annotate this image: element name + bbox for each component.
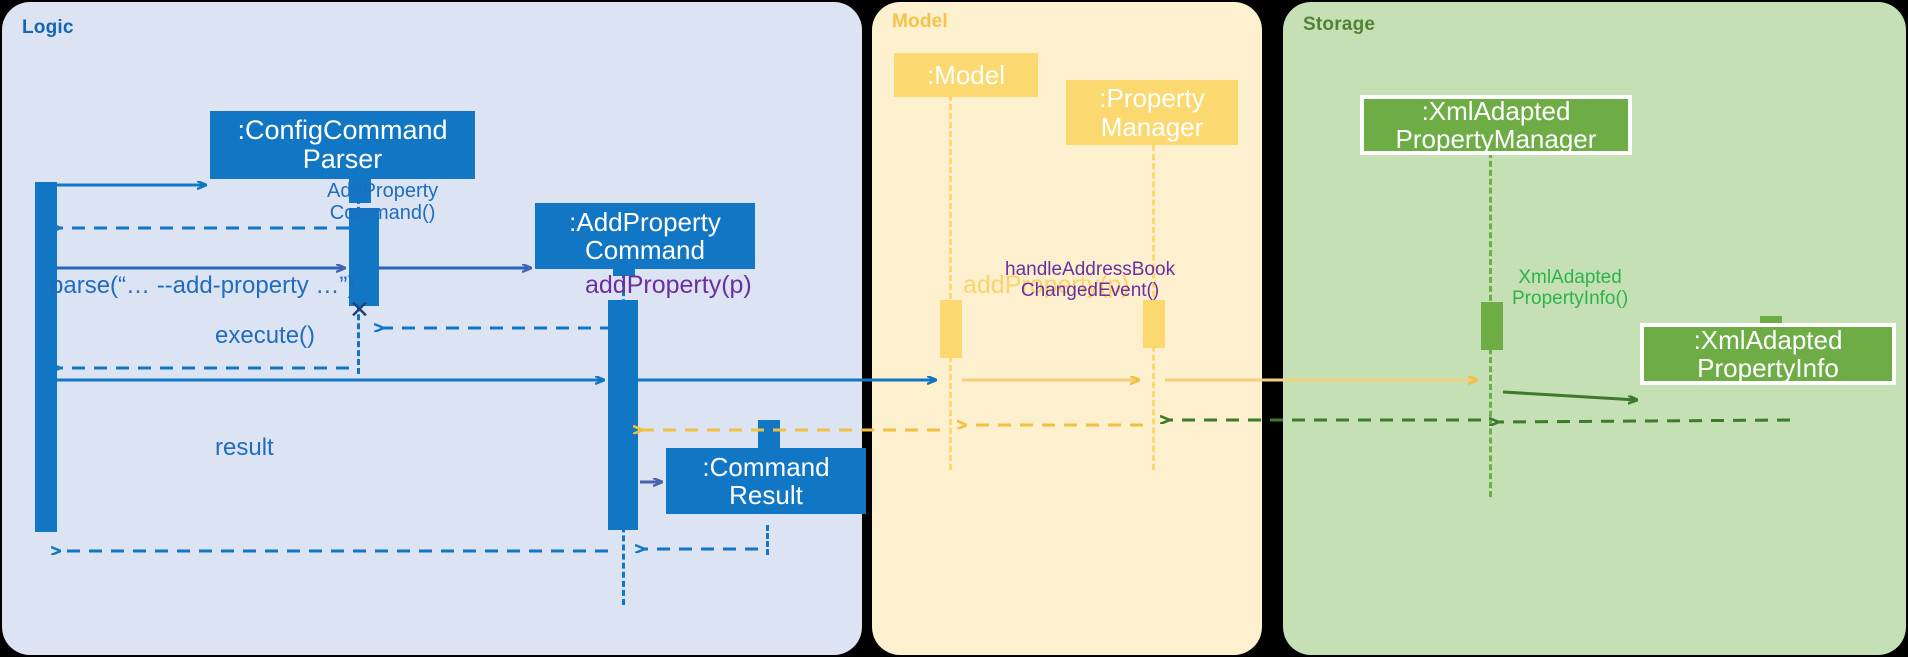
destroy-marker-config-command-parser: ✕ <box>349 296 370 324</box>
label-line2: Command() <box>329 202 436 224</box>
lifeline-command-result <box>766 525 769 555</box>
participant-label-line1: :XmlAdapted <box>1421 95 1571 126</box>
activation-model <box>940 300 962 358</box>
sequence-diagram-canvas: Logic Model Storage :ConfigCommand Parse… <box>0 0 1908 657</box>
participant-label-line1: :ConfigCommand <box>237 114 448 145</box>
participant-label-line2: Command <box>585 235 705 265</box>
label-parse: parse(“… --add-property …”) <box>50 272 356 299</box>
activation-xml-adapted-property-manager <box>1481 302 1503 350</box>
activation-property-manager <box>1143 300 1165 348</box>
panel-logic <box>2 2 862 655</box>
label-result: result <box>215 434 274 461</box>
label-xml-adapted-property-info: XmlAdapted PropertyInfo() <box>1512 267 1629 310</box>
participant-config-command-parser[interactable]: :ConfigCommand Parser <box>210 111 475 179</box>
label-add-property-command: AddProperty Command() <box>327 180 438 224</box>
participant-label-line1: :Property <box>1099 83 1205 114</box>
participant-model[interactable]: :Model <box>894 53 1038 97</box>
label-handle-address-book-changed-event: handleAddressBook ChangedEvent() <box>1005 259 1176 302</box>
panel-title-logic: Logic <box>22 17 74 38</box>
participant-label-line2: PropertyManager <box>1395 124 1597 154</box>
participant-add-property-command[interactable]: :AddProperty Command <box>535 203 755 269</box>
label-line1: AddProperty <box>327 180 439 202</box>
participant-property-manager[interactable]: :Property Manager <box>1066 80 1238 145</box>
panel-title-model: Model <box>892 11 948 32</box>
participant-label-line2: PropertyInfo <box>1697 353 1839 383</box>
participant-label-line1: :AddProperty <box>569 206 721 237</box>
participant-xml-adapted-property-manager[interactable]: :XmlAdapted PropertyManager <box>1360 95 1632 155</box>
label-execute: execute() <box>215 322 316 349</box>
activation-logic-actor <box>35 182 57 532</box>
participant-label-line1: :Command <box>702 451 830 482</box>
participant-xml-adapted-property-info[interactable]: :XmlAdapted PropertyInfo <box>1640 323 1896 385</box>
label-line1: XmlAdapted <box>1518 267 1622 288</box>
label-line1: handleAddressBook <box>1005 259 1176 280</box>
participant-label-line2: Parser <box>302 144 383 174</box>
participant-label-line2: Manager <box>1100 111 1204 142</box>
activation-add-property-command-2 <box>608 300 638 530</box>
panel-title-storage: Storage <box>1303 14 1376 35</box>
participant-command-result[interactable]: :Command Result <box>666 448 866 514</box>
lifeline-model <box>949 95 952 470</box>
participant-label-line2: Result <box>729 480 803 510</box>
label-line2: PropertyInfo() <box>1512 287 1629 309</box>
label-line2: ChangedEvent() <box>1020 279 1160 301</box>
label-add-property-p-logic: addProperty(p) <box>585 271 752 299</box>
participant-label-line1: :XmlAdapted <box>1693 324 1843 355</box>
participant-label-line1: :Model <box>926 59 1006 90</box>
